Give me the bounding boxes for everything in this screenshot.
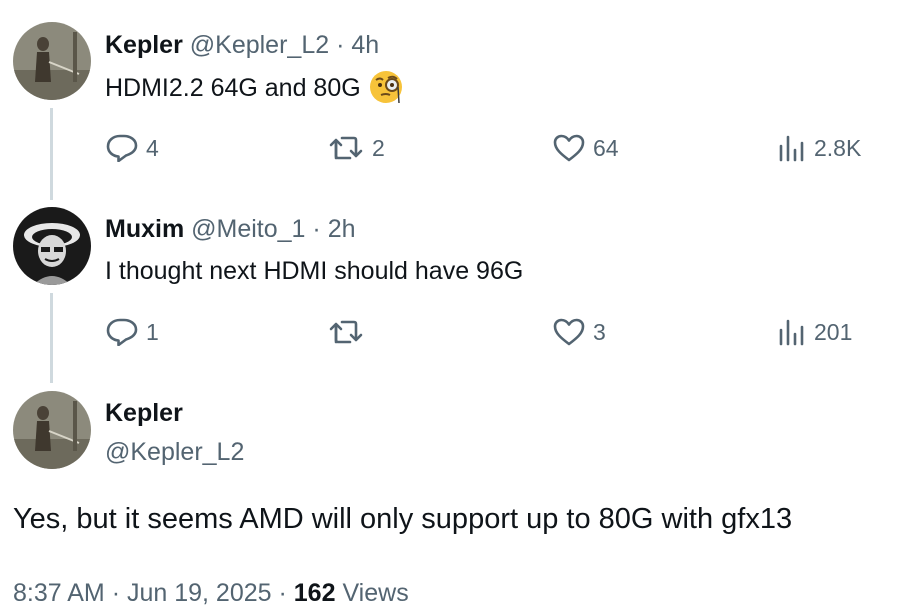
separator: ·	[336, 31, 345, 59]
retweet-button[interactable]: 2	[328, 134, 385, 162]
avatar-kepler[interactable]	[13, 391, 91, 469]
views-button[interactable]: 2.8K	[778, 134, 861, 162]
author-handle[interactable]: @Kepler_L2	[105, 437, 244, 467]
views-count: 162	[293, 579, 336, 607]
reply-count: 4	[146, 135, 159, 161]
author-handle[interactable]: @Meito_1	[191, 215, 305, 243]
heart-icon	[553, 318, 585, 346]
analytics-icon	[779, 319, 804, 346]
conversation-thread: Kepler @Kepler_L2 · 4h HDMI2.2 64G and 8…	[0, 0, 923, 616]
heart-icon	[553, 134, 585, 162]
retweet-count: 2	[372, 135, 385, 161]
reply-icon	[106, 318, 138, 346]
monocle-face-emoji	[369, 71, 402, 104]
avatar-muxim[interactable]	[13, 207, 91, 285]
like-count: 3	[593, 319, 606, 345]
like-count: 64	[593, 135, 619, 161]
author-name[interactable]: Kepler	[105, 398, 183, 428]
reply-count: 1	[146, 319, 159, 345]
retweet-icon	[329, 320, 363, 344]
author-handle[interactable]: @Kepler_L2	[190, 31, 329, 59]
tweet-body: Yes, but it seems AMD will only support …	[13, 503, 793, 535]
views-button[interactable]: 201	[778, 318, 852, 346]
separator: ·	[312, 215, 321, 243]
timestamp[interactable]: 2h	[328, 215, 356, 243]
tweet-body: HDMI2.2 64G and 80G	[105, 74, 361, 102]
separator: ·	[278, 579, 287, 607]
reply2-text: I thought next HDMI should have 96G	[105, 257, 524, 285]
like-button[interactable]: 3	[553, 318, 606, 346]
tweet-meta: 8:37 AM · Jun 19, 2025 · 162 Views	[13, 578, 409, 608]
retweet-icon	[329, 136, 363, 160]
reply-button[interactable]: 1	[106, 318, 159, 346]
thread-line	[50, 108, 53, 200]
tweet-time[interactable]: 8:37 AM	[13, 579, 105, 607]
author-name[interactable]: Kepler	[105, 31, 183, 59]
retweet-button[interactable]	[328, 318, 372, 346]
reply1-text: HDMI2.2 64G and 80G	[105, 70, 403, 104]
reply-icon	[106, 134, 138, 162]
timestamp[interactable]: 4h	[351, 31, 379, 59]
reply1-header: Kepler @Kepler_L2 · 4h	[105, 30, 379, 60]
thread-line	[50, 293, 53, 383]
avatar-kepler[interactable]	[13, 22, 91, 100]
analytics-icon	[779, 135, 804, 162]
views-count: 2.8K	[814, 135, 862, 161]
tweet-date[interactable]: Jun 19, 2025	[127, 579, 272, 607]
reply-button[interactable]: 4	[106, 134, 159, 162]
views-count: 201	[814, 319, 853, 345]
separator: ·	[111, 579, 121, 607]
author-name[interactable]: Muxim	[105, 215, 184, 243]
views-label: Views	[342, 579, 409, 607]
reply2-header: Muxim @Meito_1 · 2h	[105, 214, 356, 244]
like-button[interactable]: 64	[553, 134, 619, 162]
